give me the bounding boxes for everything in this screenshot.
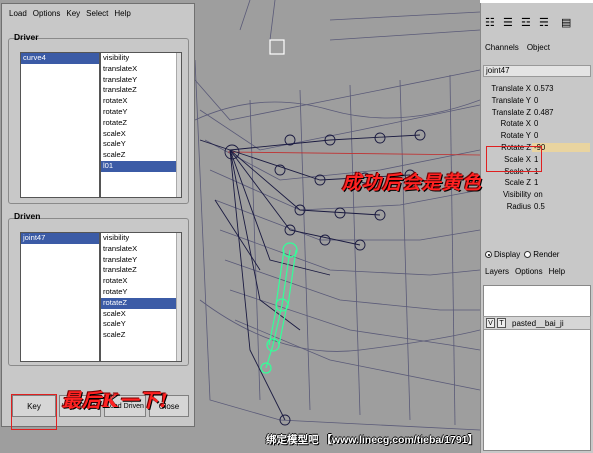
channel-attribute-row[interactable]: Visibility on: [481, 190, 593, 202]
rotate-z-highlight: [486, 146, 542, 172]
driver-attribute-item[interactable]: translateZ: [101, 85, 181, 96]
layout-toggle-icon[interactable]: ▤: [561, 18, 571, 29]
watermark: 绑定模型吧 【www.linecg.com/tieba/1791】: [266, 434, 478, 446]
driver-attribute-scrollbar[interactable]: [176, 53, 181, 197]
render-radio[interactable]: Render: [524, 250, 559, 259]
channel-box-object-name[interactable]: joint47: [483, 65, 591, 77]
layer-template-toggle[interactable]: T: [497, 318, 506, 328]
driver-attribute-item[interactable]: scaleY: [101, 139, 181, 150]
channel-attribute-value[interactable]: 0.5: [532, 202, 590, 211]
driver-attribute-item[interactable]: l01: [101, 160, 181, 172]
tab-object[interactable]: Object: [527, 43, 550, 52]
channel-box-tabs: Channels Object: [485, 43, 550, 52]
layer-mode-radios: Display Render: [485, 250, 559, 259]
driven-attribute-item[interactable]: scaleY: [101, 319, 181, 330]
driven-label: Driven: [14, 211, 41, 221]
channel-attribute-name: Scale Z: [504, 178, 531, 188]
key-annotation: 最后K一下!: [62, 390, 169, 412]
driver-attribute-item[interactable]: scaleX: [101, 129, 181, 140]
layer-menu-layers[interactable]: Layers: [485, 267, 509, 276]
layer-name: pasted__bai_ji: [512, 318, 564, 328]
driven-attribute-item[interactable]: translateX: [101, 244, 181, 255]
layer-menu-options[interactable]: Options: [515, 267, 543, 276]
channel-attribute-value[interactable]: 0.573: [532, 84, 590, 93]
driver-label: Driver: [14, 32, 39, 42]
menu-select[interactable]: Select: [86, 9, 108, 18]
channel-attribute-value[interactable]: 0: [532, 119, 590, 128]
driver-attribute-item[interactable]: visibility: [101, 53, 181, 64]
attribute-editor-icon[interactable]: ☰: [503, 18, 513, 29]
radio-on-icon: [485, 251, 492, 259]
driver-object-item[interactable]: curve4: [21, 53, 99, 64]
channel-attribute-name: Visibility: [502, 190, 531, 200]
menu-bar: Load Options Key Select Help: [2, 4, 194, 22]
channel-attribute-name: Translate Y: [491, 95, 531, 105]
channel-attribute-value[interactable]: on: [532, 190, 590, 199]
driver-attribute-item[interactable]: scaleZ: [101, 150, 181, 161]
render-label: Render: [533, 250, 560, 259]
radio-off-icon: [524, 251, 532, 259]
channel-attribute-row[interactable]: Radius 0.5: [481, 202, 593, 214]
display-radio[interactable]: Display: [485, 250, 520, 259]
menu-key[interactable]: Key: [66, 9, 80, 18]
driven-attribute-item[interactable]: translateZ: [101, 265, 181, 276]
driven-attribute-item[interactable]: visibility: [101, 233, 181, 244]
layer-list[interactable]: [483, 285, 591, 451]
driven-attribute-scrollbar[interactable]: [176, 233, 181, 361]
channel-attribute-name: Radius: [506, 202, 531, 211]
channel-attribute-row[interactable]: Translate Z 0.487: [481, 108, 593, 120]
channels-layers-icon[interactable]: ☴: [539, 18, 549, 29]
channel-attribute-name: Translate Z: [491, 107, 531, 117]
channel-attribute-row[interactable]: Scale Z1: [481, 178, 593, 190]
driven-attribute-list[interactable]: visibility translateX translateY translateZ…: [100, 232, 182, 362]
driven-attribute-item[interactable]: rotateY: [101, 287, 181, 298]
driven-attribute-item[interactable]: scaleZ: [101, 330, 181, 341]
channel-attribute-row[interactable]: Rotate Y0: [481, 131, 593, 143]
tab-channels[interactable]: Channels: [485, 43, 519, 52]
channel-attribute-row[interactable]: Rotate X0: [481, 119, 593, 131]
driven-object-list[interactable]: joint47: [20, 232, 100, 362]
key-button-highlight: [11, 394, 57, 430]
channel-box-layout-icon[interactable]: ☷: [485, 18, 495, 29]
driver-attribute-item[interactable]: rotateX: [101, 96, 181, 107]
menu-load[interactable]: Load: [9, 9, 27, 18]
layer-visibility-toggle[interactable]: V: [486, 318, 495, 328]
menu-options[interactable]: Options: [33, 9, 61, 18]
driven-object-item[interactable]: joint47: [21, 233, 99, 244]
channel-attribute-value[interactable]: 0: [532, 131, 590, 140]
channel-attribute-row[interactable]: Translate Y0: [481, 96, 593, 108]
layer-menu: Layers Options Help: [485, 267, 565, 276]
display-label: Display: [494, 250, 521, 259]
channel-attribute-name: Rotate Y: [500, 131, 531, 141]
driven-attribute-item[interactable]: scaleX: [101, 309, 181, 320]
layer-menu-help[interactable]: Help: [549, 267, 565, 276]
layer-row[interactable]: V T pasted__bai_ji: [483, 316, 591, 330]
menu-help[interactable]: Help: [114, 9, 130, 18]
driver-attribute-item[interactable]: rotateY: [101, 107, 181, 118]
channel-attribute-name: Rotate X: [500, 119, 531, 129]
right-side-panel: ☷ ☰ ☲ ☴ ▤ Channels Object joint47 Transl…: [480, 3, 593, 453]
channel-attribute-value[interactable]: 1: [532, 178, 590, 187]
tool-settings-icon[interactable]: ☲: [521, 18, 531, 29]
toolbar-icons: ☷ ☰ ☲ ☴ ▤: [481, 3, 593, 38]
channel-attribute-value[interactable]: 0: [532, 96, 590, 105]
driver-attribute-list[interactable]: visibility translateX translateY translateZ…: [100, 52, 182, 198]
channel-attribute-name: Translate X: [491, 84, 531, 93]
driver-attribute-item[interactable]: translateX: [101, 64, 181, 75]
driver-attribute-item[interactable]: translateY: [101, 75, 181, 86]
driven-attribute-item[interactable]: rotateX: [101, 276, 181, 287]
driver-object-list[interactable]: curve4: [20, 52, 100, 198]
channel-attribute-value[interactable]: 0.487: [532, 108, 590, 117]
driven-attribute-item[interactable]: rotateZ: [101, 297, 181, 309]
driver-attribute-item[interactable]: rotateZ: [101, 118, 181, 129]
set-driven-key-window: Load Options Key Select Help Driver curv…: [1, 3, 195, 427]
success-annotation: 成功后会是黄色: [342, 172, 483, 194]
driven-attribute-item[interactable]: translateY: [101, 255, 181, 266]
channel-attribute-row[interactable]: Translate X 0.573: [481, 84, 593, 96]
